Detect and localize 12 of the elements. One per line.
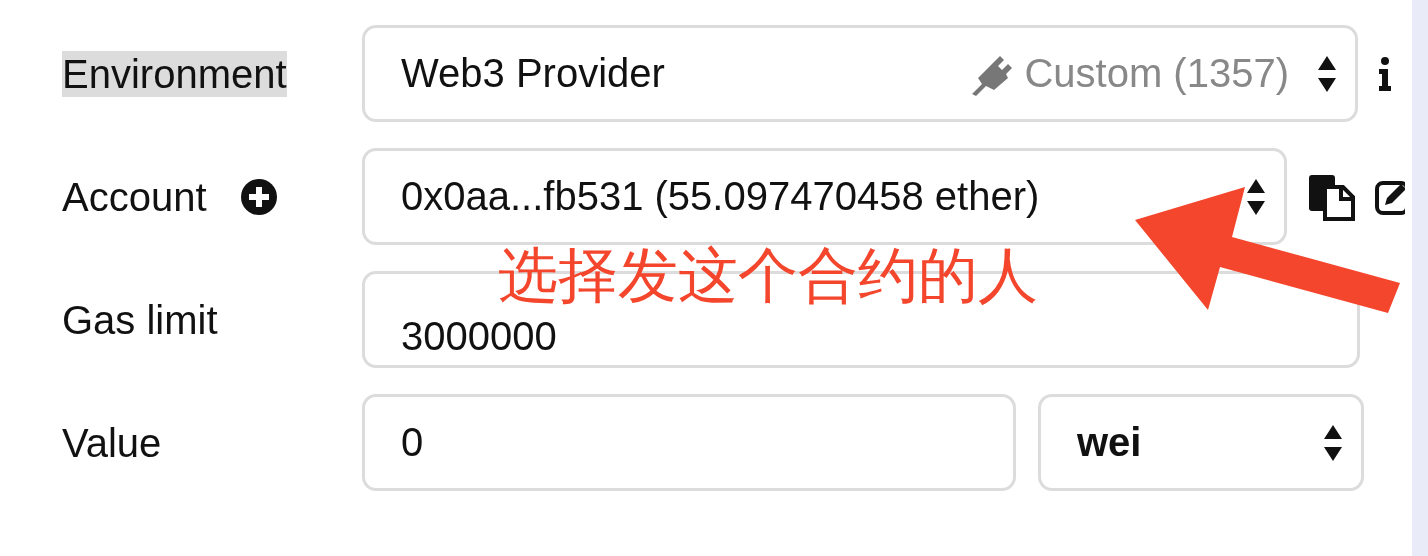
unit-select[interactable]: wei xyxy=(1038,394,1364,491)
environment-select[interactable]: Web3 Provider Custom (1357) xyxy=(362,25,1358,122)
gas-limit-label: Gas limit xyxy=(62,296,218,343)
copy-icon[interactable] xyxy=(1307,172,1355,221)
info-icon[interactable] xyxy=(1378,56,1392,91)
account-select[interactable]: 0x0aa...fb531 (55.097470458 ether) xyxy=(362,148,1287,245)
edit-icon[interactable] xyxy=(1375,178,1405,215)
value-input[interactable]: 0 xyxy=(362,394,1016,491)
value-label: Value xyxy=(62,419,162,466)
add-icon[interactable] xyxy=(240,178,277,215)
account-label: Account xyxy=(62,173,207,220)
environment-label: Environment xyxy=(62,50,287,97)
